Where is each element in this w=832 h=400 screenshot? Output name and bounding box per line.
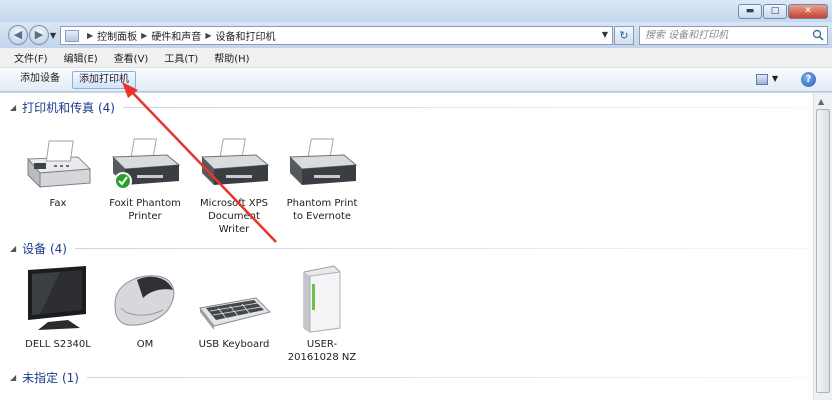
add-device-button[interactable]: 添加设备 xyxy=(14,71,66,89)
chevron-right-icon[interactable]: ▶ xyxy=(205,31,211,40)
control-panel-icon xyxy=(65,29,79,42)
computer-tower-icon xyxy=(303,265,341,333)
device-user-20161028nz[interactable]: USER-20161028 NZ xyxy=(282,264,362,364)
device-phantom-print-to-evernote[interactable]: Phantom Print to Evernote xyxy=(282,135,362,223)
collapse-arrow-icon[interactable]: ◢ xyxy=(10,373,16,382)
address-bar: ◀ ▶ ▼ ▶ 控制面板 ▶ 硬件和声音 ▶ 设备和打印机 ▼ ↻ 搜索 设备和… xyxy=(0,22,832,48)
keyboard-icon xyxy=(199,297,271,330)
forward-button[interactable]: ▶ xyxy=(29,25,49,45)
device-usb-keyboard[interactable]: USB Keyboard xyxy=(194,264,274,351)
device-label: Fax xyxy=(49,198,67,209)
breadcrumb[interactable]: ▶ 控制面板 ▶ 硬件和声音 ▶ 设备和打印机 ▼ xyxy=(60,26,613,45)
group-divider xyxy=(74,247,810,249)
close-button[interactable]: ✕ xyxy=(788,4,828,19)
group-header-devices[interactable]: ◢ 设备 (4) xyxy=(10,239,810,257)
recent-pages-dropdown[interactable]: ▼ xyxy=(50,31,56,40)
help-icon[interactable]: ? xyxy=(801,72,816,87)
group-divider xyxy=(122,106,810,108)
window-controls: ▬ □ ✕ xyxy=(737,4,828,19)
device-label: USER-20161028 NZ xyxy=(287,339,357,363)
printer-icon xyxy=(288,138,358,185)
group-title-printers: 打印机和传真 (4) xyxy=(22,100,115,115)
device-label: Microsoft XPS Document Writer xyxy=(200,198,268,235)
chevron-down-icon[interactable]: ▼ xyxy=(772,74,778,83)
device-om[interactable]: OM xyxy=(105,264,185,351)
device-label: Phantom Print to Evernote xyxy=(286,198,358,222)
back-button[interactable]: ◀ xyxy=(8,25,28,45)
scroll-thumb[interactable] xyxy=(816,109,830,393)
device-label: USB Keyboard xyxy=(198,339,270,350)
monitor-icon xyxy=(28,266,86,330)
collapse-arrow-icon[interactable]: ◢ xyxy=(10,244,16,253)
menu-bar: 文件(F) 编辑(E) 查看(V) 工具(T) 帮助(H) xyxy=(0,48,832,68)
chevron-down-icon[interactable]: ▼ xyxy=(602,30,608,39)
search-placeholder: 搜索 设备和打印机 xyxy=(645,30,729,41)
minimize-button[interactable]: ▬ xyxy=(738,4,762,19)
vertical-scrollbar[interactable]: ▲ xyxy=(813,93,832,400)
breadcrumb-hardware-sound[interactable]: 硬件和声音 xyxy=(151,28,201,43)
mouse-icon xyxy=(114,275,175,326)
collapse-arrow-icon[interactable]: ◢ xyxy=(10,103,16,112)
device-foxit-phantom-printer[interactable]: Foxit Phantom Printer xyxy=(105,135,185,223)
device-label: Foxit Phantom Printer xyxy=(109,198,181,222)
scroll-up-arrow[interactable]: ▲ xyxy=(818,97,824,106)
add-printer-button[interactable]: 添加打印机 xyxy=(72,71,136,89)
breadcrumb-devices-printers[interactable]: 设备和打印机 xyxy=(215,28,275,43)
menu-view[interactable]: 查看(V) xyxy=(114,50,149,65)
chevron-right-icon[interactable]: ▶ xyxy=(141,31,147,40)
maximize-button[interactable]: □ xyxy=(763,4,787,19)
device-label: OM xyxy=(136,339,154,350)
refresh-button[interactable]: ↻ xyxy=(614,26,634,45)
device-fax[interactable]: Fax xyxy=(18,135,98,210)
menu-tools[interactable]: 工具(T) xyxy=(164,50,198,65)
group-title-devices: 设备 (4) xyxy=(22,241,67,256)
group-title-unspecified: 未指定 (1) xyxy=(22,370,79,385)
group-header-unspecified[interactable]: ◢ 未指定 (1) xyxy=(10,368,810,386)
change-view-icon[interactable] xyxy=(756,74,768,85)
menu-file[interactable]: 文件(F) xyxy=(14,50,48,65)
command-bar: 添加设备 添加打印机 ▼ ? xyxy=(0,68,832,92)
menu-edit[interactable]: 编辑(E) xyxy=(64,50,98,65)
search-icon[interactable] xyxy=(812,29,824,41)
search-input[interactable]: 搜索 设备和打印机 xyxy=(639,26,828,45)
group-divider xyxy=(86,376,810,378)
group-header-printers[interactable]: ◢ 打印机和传真 (4) xyxy=(10,98,810,116)
chevron-right-icon[interactable]: ▶ xyxy=(87,31,93,40)
device-microsoft-xps-document-writer[interactable]: Microsoft XPS Document Writer xyxy=(194,135,274,236)
breadcrumb-control-panel[interactable]: 控制面板 xyxy=(97,28,137,43)
device-label: DELL S2340L xyxy=(25,339,91,350)
title-bar: ▬ □ ✕ xyxy=(0,0,832,22)
printer-icon xyxy=(200,138,270,185)
device-dell-s2340l[interactable]: DELL S2340L xyxy=(18,264,98,351)
fax-icon xyxy=(26,140,92,189)
printer-icon xyxy=(111,138,181,190)
menu-help[interactable]: 帮助(H) xyxy=(214,50,249,65)
